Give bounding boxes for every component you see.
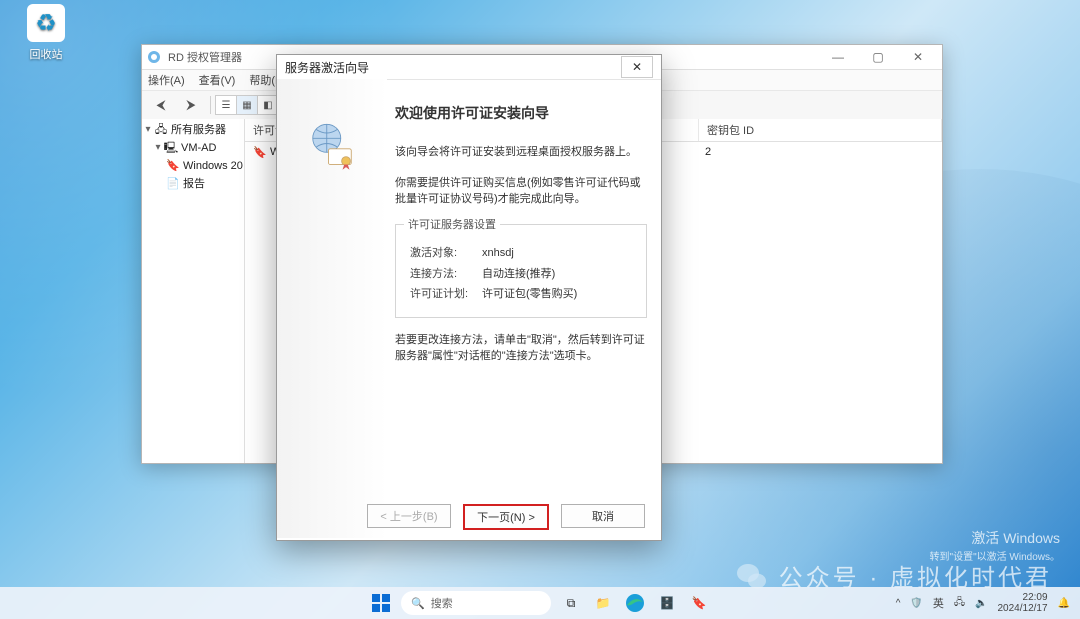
wizard-close-button[interactable]: ✕ bbox=[621, 56, 653, 78]
setting-value: 许可证包(零售购买) bbox=[482, 286, 577, 303]
network-icon[interactable]: 🖧 bbox=[954, 595, 965, 612]
setting-value: xnhsdj bbox=[482, 245, 514, 262]
wizard-titlebar[interactable]: 服务器激活向导 ✕ bbox=[277, 55, 661, 80]
settings-group: 许可证服务器设置 激活对象:xnhsdj 连接方法:自动连接(推荐) 许可证计划… bbox=[395, 224, 647, 318]
recycle-bin-icon: ♻ bbox=[27, 4, 65, 42]
recycle-bin-label: 回收站 bbox=[14, 46, 78, 62]
report-icon: 📄 bbox=[166, 177, 180, 191]
wizard-title: 服务器激活向导 bbox=[285, 59, 369, 76]
rd-license-icon[interactable]: 🔖 bbox=[687, 591, 711, 615]
wizard-note: 若要更改连接方法，请单击"取消"，然后转到许可证服务器"属性"对话框的"连接方法… bbox=[395, 332, 647, 365]
wizard-paragraph: 该向导会将许可证安装到远程桌面授权服务器上。 bbox=[395, 144, 647, 161]
close-button[interactable]: ✕ bbox=[898, 46, 938, 68]
tree-windows-license[interactable]: 🔖Windows 20 bbox=[142, 157, 244, 175]
setting-key: 连接方法: bbox=[410, 266, 482, 283]
taskbar-center: 🔍 搜索 ⧉ 📁 🗄️ 🔖 bbox=[369, 591, 711, 615]
wizard-side-graphic bbox=[277, 79, 387, 538]
menu-view[interactable]: 查看(V) bbox=[199, 72, 236, 88]
edge-icon[interactable] bbox=[623, 591, 647, 615]
system-tray: ^ 🛡️ 英 🖧 🔈 22:09 2024/12/17 🔔 bbox=[896, 592, 1070, 615]
server-tree: ▾🖧所有服务器 ▾🖳VM-AD 🔖Windows 20 📄报告 bbox=[142, 119, 245, 463]
notifications-icon[interactable]: 🔔 bbox=[1058, 598, 1070, 609]
servers-icon: 🖧 bbox=[154, 123, 168, 137]
clock-date: 2024/12/17 bbox=[997, 603, 1047, 615]
start-button[interactable] bbox=[369, 591, 393, 615]
app-icon bbox=[146, 49, 162, 65]
view-detail-icon[interactable]: ▦ bbox=[236, 95, 258, 115]
search-icon: 🔍 bbox=[411, 597, 425, 610]
tree-root-label: 所有服务器 bbox=[171, 121, 226, 139]
cell-id: 2 bbox=[697, 142, 942, 162]
tray-overflow[interactable]: ^ bbox=[896, 598, 901, 609]
toolbar-back[interactable]: ⮜ bbox=[146, 93, 176, 117]
tray-security-icon[interactable]: 🛡️ bbox=[910, 598, 922, 609]
tree-root[interactable]: ▾🖧所有服务器 bbox=[142, 121, 244, 139]
volume-icon[interactable]: 🔈 bbox=[975, 598, 987, 609]
wizard-button-row: < 上一步(B) 下一页(N) > 取消 bbox=[277, 504, 661, 530]
taskbar: 🔍 搜索 ⧉ 📁 🗄️ 🔖 ^ 🛡️ 英 🖧 🔈 22:09 2024/12/1… bbox=[0, 587, 1080, 619]
back-button: < 上一步(B) bbox=[367, 504, 451, 528]
clock-time: 22:09 bbox=[997, 592, 1047, 604]
view-list-icon[interactable]: ☰ bbox=[215, 95, 237, 115]
server-manager-icon[interactable]: 🗄️ bbox=[655, 591, 679, 615]
tree-win-label: Windows 20 bbox=[183, 157, 243, 175]
taskbar-clock[interactable]: 22:09 2024/12/17 bbox=[997, 592, 1047, 615]
setting-value: 自动连接(推荐) bbox=[482, 266, 555, 283]
setting-row-target: 激活对象:xnhsdj bbox=[410, 245, 660, 262]
col-keypack[interactable]: 密钥包 ID bbox=[699, 119, 942, 141]
tree-report-label: 报告 bbox=[183, 175, 205, 193]
settings-caption: 许可证服务器设置 bbox=[404, 217, 500, 234]
ime-indicator[interactable]: 英 bbox=[933, 595, 944, 611]
max-button[interactable]: ▢ bbox=[858, 46, 898, 68]
toolbar-forward[interactable]: ⮞ bbox=[176, 93, 206, 117]
wizard-heading: 欢迎使用许可证安装向导 bbox=[395, 103, 647, 124]
search-placeholder: 搜索 bbox=[431, 595, 453, 611]
wizard-paragraph: 你需要提供许可证购买信息(例如零售许可证代码或批量许可证协议号码)才能完成此向导… bbox=[395, 175, 647, 208]
task-view-icon[interactable]: ⧉ bbox=[559, 591, 583, 615]
tree-vm-label: VM-AD bbox=[181, 139, 216, 157]
menu-action[interactable]: 操作(A) bbox=[148, 72, 185, 88]
cert-icon: 🔖 bbox=[253, 145, 267, 159]
setting-row-connection: 连接方法:自动连接(推荐) bbox=[410, 266, 660, 283]
tree-vm[interactable]: ▾🖳VM-AD bbox=[142, 139, 244, 157]
desktop: ♻ 回收站 RD 授权管理器 — ▢ ✕ 操作(A) 查看(V) 帮助(H) ⮜… bbox=[0, 0, 1080, 619]
desktop-icon-recycle[interactable]: ♻ 回收站 bbox=[14, 4, 78, 62]
setting-row-plan: 许可证计划:许可证包(零售购买) bbox=[410, 286, 660, 303]
window-title: RD 授权管理器 bbox=[168, 49, 242, 65]
server-icon: 🖳 bbox=[164, 141, 178, 155]
cert-icon: 🔖 bbox=[166, 159, 180, 173]
toolbar-divider bbox=[210, 96, 211, 114]
activate-title: 激活 Windows bbox=[930, 528, 1060, 548]
taskbar-search[interactable]: 🔍 搜索 bbox=[401, 591, 551, 615]
dialog-license-install-wizard: 服务器激活向导 ✕ 欢迎使用许可证安装向导 该向导会将许可证安装到远程桌面授权服… bbox=[276, 54, 662, 541]
tree-report[interactable]: 📄报告 bbox=[142, 175, 244, 193]
min-button[interactable]: — bbox=[818, 46, 858, 68]
cancel-button[interactable]: 取消 bbox=[561, 504, 645, 528]
explorer-icon[interactable]: 📁 bbox=[591, 591, 615, 615]
wizard-content: 欢迎使用许可证安装向导 该向导会将许可证安装到远程桌面授权服务器上。 你需要提供… bbox=[387, 79, 661, 498]
setting-key: 激活对象: bbox=[410, 245, 482, 262]
setting-key: 许可证计划: bbox=[410, 286, 482, 303]
globe-cert-icon bbox=[304, 119, 360, 175]
next-button[interactable]: 下一页(N) > bbox=[463, 504, 549, 530]
